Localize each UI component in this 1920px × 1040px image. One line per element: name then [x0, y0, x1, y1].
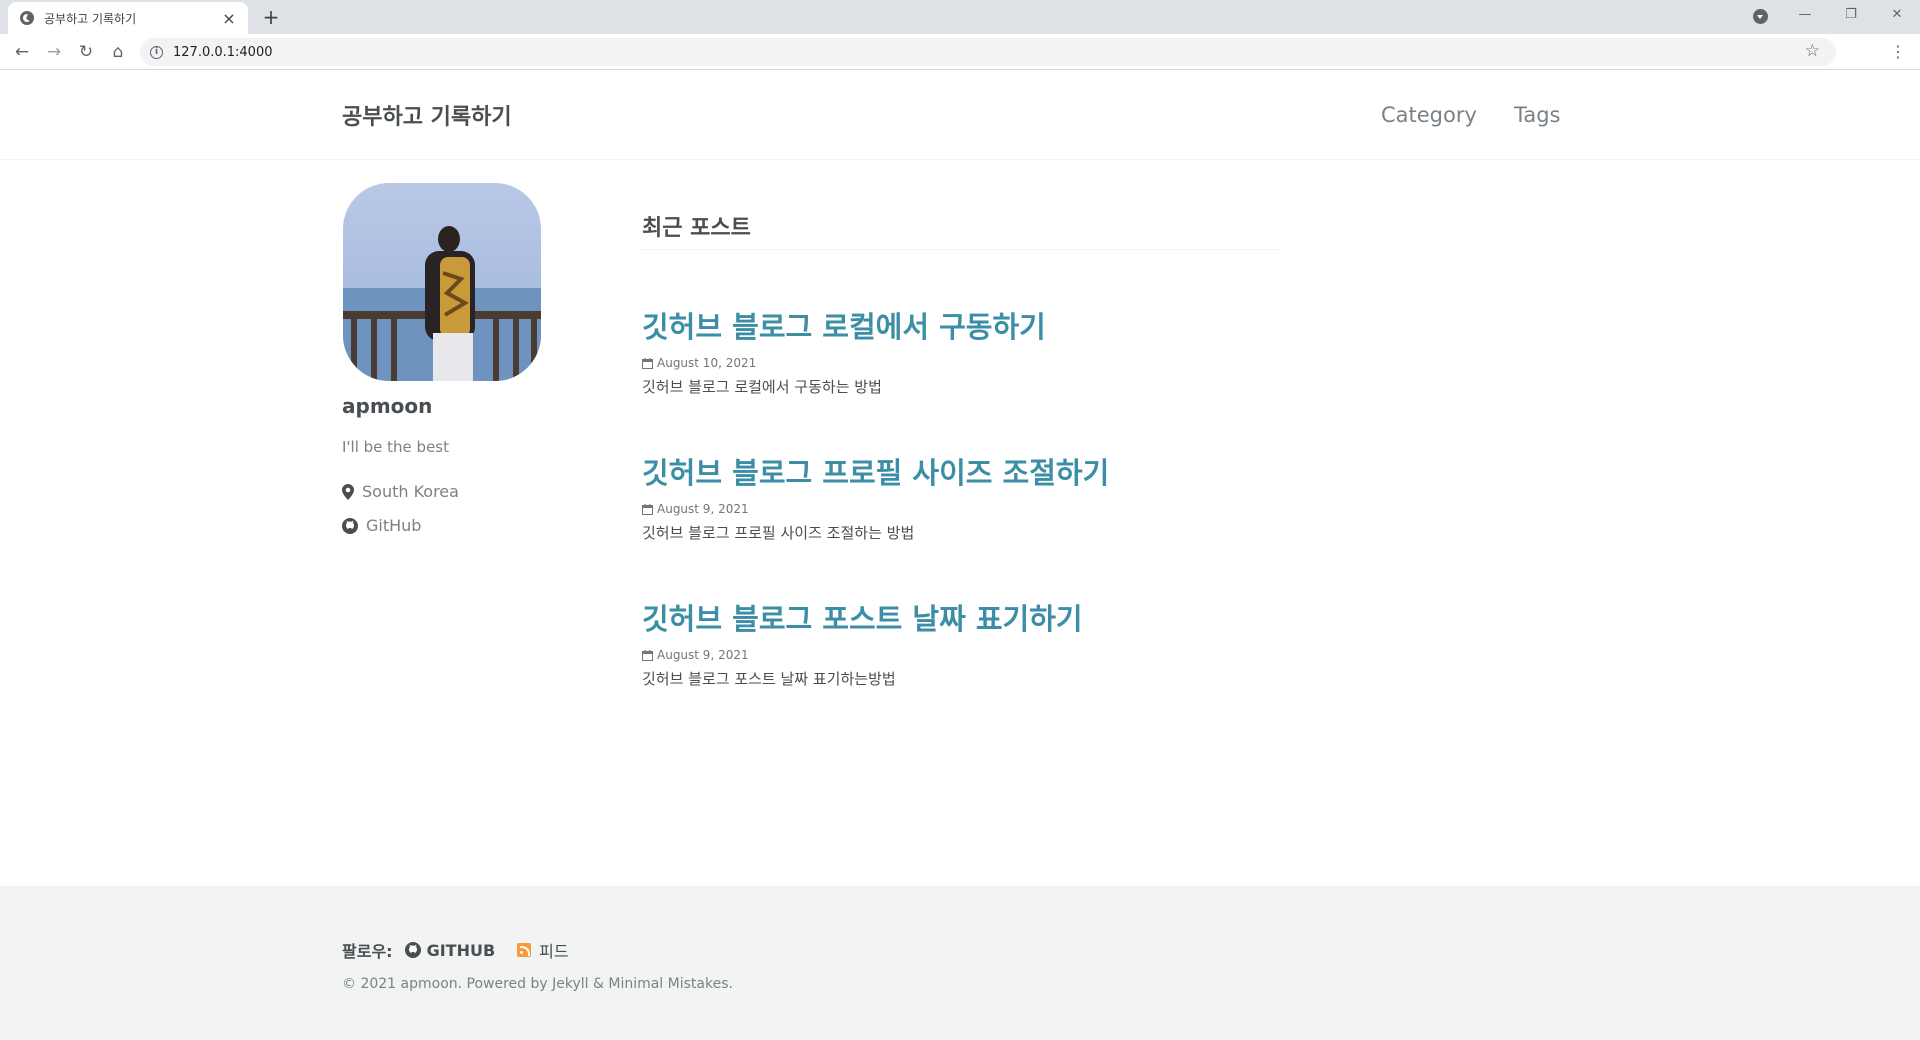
post-excerpt: 깃허브 블로그 포스트 날짜 표기하는방법 [642, 670, 896, 688]
close-window-button[interactable]: ✕ [1874, 0, 1920, 30]
footer-github-label[interactable]: GITHUB [427, 941, 496, 960]
author-bio: I'll be the best [342, 438, 449, 456]
nav-link-category[interactable]: Category [1381, 103, 1477, 127]
map-marker-icon [342, 483, 354, 500]
page-footer: 팔로우: GITHUB 피드 © 2021 apmoon. Powered by… [0, 886, 1920, 1040]
url-text: 127.0.0.1:4000 [173, 44, 273, 60]
post-meta: August 9, 2021 [642, 648, 1342, 662]
site-title[interactable]: 공부하고 기록하기 [342, 99, 512, 131]
github-icon [404, 942, 421, 958]
post-meta: August 9, 2021 [642, 502, 1342, 516]
post-date: August 9, 2021 [657, 648, 749, 662]
author-name: apmoon [342, 394, 433, 418]
post-item: 깃허브 블로그 포스트 날짜 표기하기 August 9, 2021 깃허브 블… [642, 596, 1342, 689]
post-title-link[interactable]: 깃허브 블로그 포스트 날짜 표기하기 [642, 596, 1342, 638]
profile-menu-icon[interactable] [1753, 9, 1768, 24]
restore-button[interactable]: ❐ [1828, 0, 1874, 30]
author-location: South Korea [342, 482, 459, 501]
follow-bar: 팔로우: GITHUB 피드 [342, 938, 591, 962]
github-icon [342, 517, 358, 534]
address-bar[interactable]: i 127.0.0.1:4000 ☆ [140, 38, 1836, 66]
browser-tab[interactable]: 공부하고 기록하기 × [8, 2, 248, 34]
forward-button[interactable]: → [42, 40, 66, 64]
recent-posts-heading: 최근 포스트 [642, 216, 751, 241]
footer-feed-link[interactable]: 피드 [517, 938, 569, 962]
post-date: August 9, 2021 [657, 502, 749, 516]
post-date: August 10, 2021 [657, 356, 757, 370]
author-github-text[interactable]: GitHub [366, 516, 421, 535]
reload-button[interactable]: ↻ [74, 40, 98, 64]
calendar-icon [642, 357, 653, 369]
new-tab-button[interactable]: + [258, 4, 284, 30]
post-excerpt: 깃허브 블로그 프로필 사이즈 조절하는 방법 [642, 524, 915, 542]
browser-menu-icon[interactable]: ⋮ [1890, 40, 1906, 64]
footer-github-link[interactable]: GITHUB [404, 941, 496, 960]
calendar-icon [642, 503, 653, 515]
browser-toolbar: ← → ↻ ⌂ i 127.0.0.1:4000 ☆ ⋮ [0, 34, 1920, 70]
info-icon[interactable]: i [150, 45, 163, 59]
heading-divider [641, 249, 1280, 250]
calendar-icon [642, 649, 653, 661]
browser-tab-bar: 공부하고 기록하기 × + — ❐ ✕ [0, 0, 1920, 34]
nav-link-tags[interactable]: Tags [1514, 103, 1561, 127]
follow-label: 팔로우: [342, 942, 393, 961]
post-meta: August 10, 2021 [642, 356, 1342, 370]
site-masthead: 공부하고 기록하기 Category Tags [0, 71, 1920, 160]
post-title-link[interactable]: 깃허브 블로그 프로필 사이즈 조절하기 [642, 450, 1342, 492]
avatar-photo [343, 183, 541, 381]
post-title-link[interactable]: 깃허브 블로그 로컬에서 구동하기 [642, 304, 1342, 346]
post-item: 깃허브 블로그 프로필 사이즈 조절하기 August 9, 2021 깃허브 … [642, 450, 1342, 543]
home-button[interactable]: ⌂ [106, 40, 130, 64]
author-github-link[interactable]: GitHub [342, 516, 421, 535]
author-location-text: South Korea [362, 482, 459, 501]
footer-feed-label[interactable]: 피드 [539, 938, 568, 962]
globe-icon [20, 11, 34, 25]
bookmark-star-icon[interactable]: ☆ [1805, 41, 1820, 61]
tab-title: 공부하고 기록하기 [44, 11, 137, 26]
tab-close-button[interactable]: × [220, 9, 238, 28]
post-item: 깃허브 블로그 로컬에서 구동하기 August 10, 2021 깃허브 블로… [642, 304, 1342, 397]
minimize-button[interactable]: — [1782, 0, 1828, 30]
post-excerpt: 깃허브 블로그 로컬에서 구동하는 방법 [642, 378, 882, 396]
rss-icon [517, 943, 532, 957]
back-button[interactable]: ← [10, 40, 34, 64]
copyright-text: © 2021 apmoon. Powered by Jekyll & Minim… [342, 976, 733, 992]
avatar [343, 183, 541, 381]
